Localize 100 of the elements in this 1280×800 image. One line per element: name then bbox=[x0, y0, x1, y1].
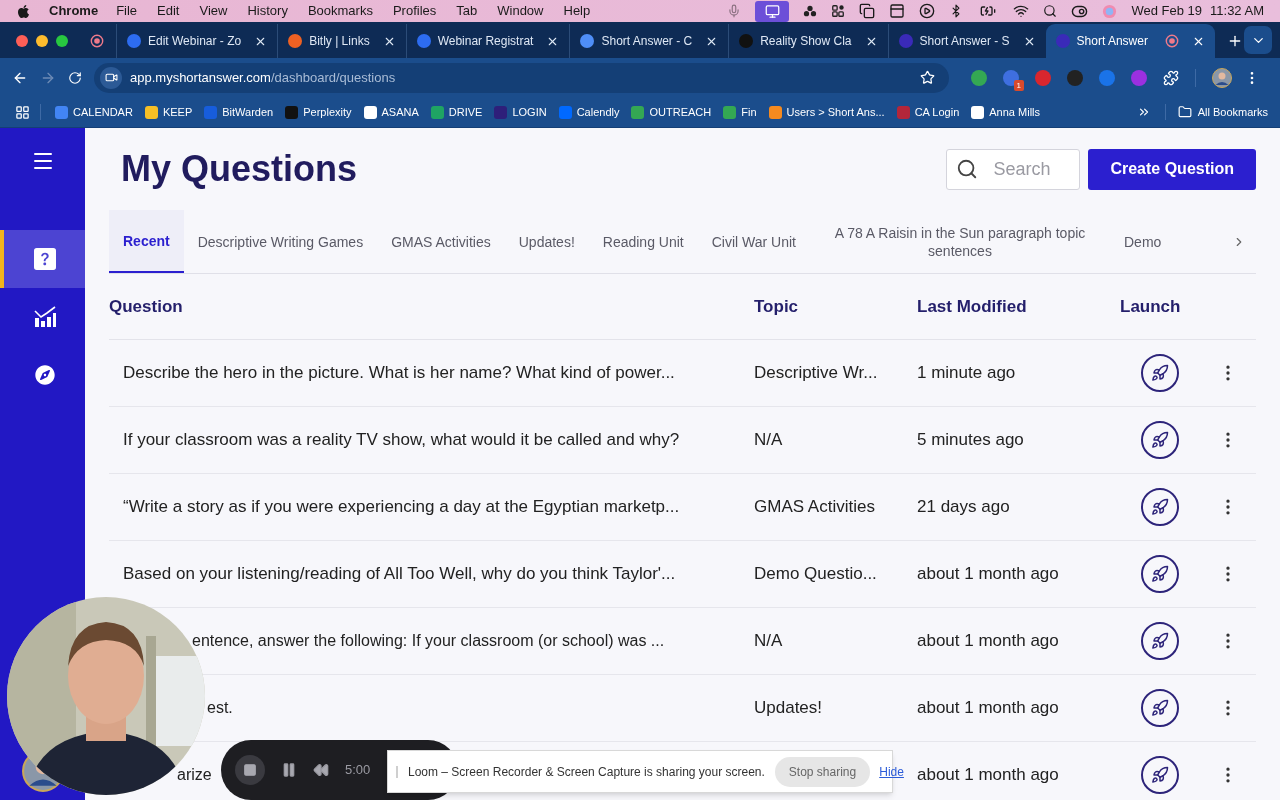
recording-icon bbox=[1164, 34, 1179, 48]
bookmark-item[interactable]: Fin bbox=[723, 103, 757, 121]
address-bar[interactable]: app.myshortanswer.com/dashboard/questions bbox=[94, 62, 949, 93]
chart-icon bbox=[32, 305, 57, 329]
bookmark-item[interactable]: Calendly bbox=[558, 103, 620, 121]
sidebar-item[interactable] bbox=[0, 230, 85, 288]
recording-tab-icon[interactable] bbox=[90, 34, 104, 48]
grid-dots-icon[interactable] bbox=[831, 4, 846, 18]
search-icon[interactable] bbox=[1043, 4, 1058, 18]
menu-item[interactable]: Edit bbox=[157, 1, 180, 21]
topic-tab[interactable]: GMAS Activities bbox=[377, 210, 505, 273]
launch-button[interactable] bbox=[1141, 555, 1179, 593]
zoom-window-icon[interactable] bbox=[56, 35, 68, 47]
launch-button[interactable] bbox=[1141, 421, 1179, 459]
menu-date[interactable]: Wed Feb 19 bbox=[1131, 1, 1203, 21]
question-text[interactable]: Describe the hero in the picture. What is her name? What kind of power... bbox=[123, 363, 675, 383]
topic-tab[interactable]: Demo bbox=[1110, 210, 1176, 273]
reload-icon[interactable] bbox=[68, 70, 82, 85]
close-window-icon[interactable] bbox=[16, 35, 28, 47]
launch-button[interactable] bbox=[1141, 488, 1179, 526]
apple-icon[interactable] bbox=[16, 3, 31, 19]
rocket-icon bbox=[1151, 364, 1169, 382]
bookmark-item[interactable]: CALENDAR bbox=[55, 103, 133, 121]
play-icon[interactable] bbox=[919, 3, 936, 19]
bookmark-item[interactable]: DRIVE bbox=[430, 103, 483, 121]
camera-icon bbox=[104, 71, 118, 84]
menu-item[interactable]: Profiles bbox=[392, 1, 437, 21]
hide-link[interactable]: Hide bbox=[879, 762, 904, 781]
bookmark-label: LOGIN bbox=[512, 104, 547, 120]
launch-button[interactable] bbox=[1141, 689, 1179, 727]
bookmark-item[interactable]: ASANA bbox=[363, 103, 419, 121]
extensions-icon[interactable] bbox=[1163, 69, 1179, 86]
bookmark-item[interactable]: KEEP bbox=[144, 103, 193, 121]
topic-tab[interactable]: Updates! bbox=[504, 210, 589, 273]
pause-icon[interactable] bbox=[281, 762, 297, 778]
launch-button[interactable] bbox=[1141, 622, 1179, 660]
bookmark-item[interactable]: OUTREACH bbox=[631, 103, 712, 121]
extension-badge: 1 bbox=[1013, 79, 1024, 91]
bookmark-item[interactable]: LOGIN bbox=[494, 103, 547, 121]
folder-icon bbox=[1177, 105, 1192, 119]
topic-tab[interactable]: Recent bbox=[109, 210, 184, 273]
topic-text: Demo Questio... bbox=[754, 564, 877, 584]
compass-icon bbox=[34, 365, 55, 385]
wifi-icon[interactable] bbox=[1013, 3, 1030, 19]
apps-icon[interactable] bbox=[15, 104, 30, 120]
menu-item[interactable]: File bbox=[116, 1, 138, 21]
launch-button[interactable] bbox=[1141, 354, 1179, 392]
search-icon bbox=[956, 157, 979, 180]
tab-title: Short Answer - C bbox=[601, 33, 693, 50]
panel-icon[interactable] bbox=[889, 3, 906, 19]
rocket-icon bbox=[1151, 766, 1169, 784]
search-field[interactable]: Search bbox=[946, 148, 1081, 190]
minimize-window-icon[interactable] bbox=[36, 35, 48, 47]
tab-search-button[interactable] bbox=[1244, 26, 1272, 54]
question-text[interactable]: arize bbox=[177, 766, 212, 783]
question-icon bbox=[33, 248, 56, 270]
stop-sharing-button[interactable]: Stop sharing bbox=[774, 756, 871, 787]
rewind-icon[interactable] bbox=[313, 762, 329, 778]
menu-item[interactable]: Help bbox=[563, 1, 591, 21]
column-header: Last Modified bbox=[917, 295, 1028, 318]
menu-time[interactable]: 11:32 AM bbox=[1210, 1, 1264, 21]
topic-tab[interactable]: A 78 A Raisin in the Sun paragraph topic sentences bbox=[810, 210, 1110, 273]
topic-tab[interactable]: Reading Unit bbox=[588, 210, 698, 273]
bookmark-star-icon[interactable] bbox=[920, 70, 935, 85]
all-bookmarks-button[interactable]: All Bookmarks bbox=[1177, 103, 1268, 121]
bookmark-item[interactable]: Anna Mills bbox=[971, 103, 1041, 121]
screen-share-icon[interactable] bbox=[755, 0, 790, 22]
menu-item[interactable]: Bookmarks bbox=[307, 1, 373, 21]
app-menu[interactable]: Chrome bbox=[49, 1, 99, 21]
menu-item[interactable]: History bbox=[247, 1, 288, 21]
menu-item[interactable]: Tab bbox=[456, 1, 478, 21]
create-question-button[interactable]: Create Question bbox=[1088, 148, 1256, 190]
topic-text: Updates! bbox=[754, 698, 823, 718]
menu-item[interactable]: View bbox=[199, 1, 228, 21]
tab-title: Reality Show Cla bbox=[760, 33, 852, 50]
bookmark-item[interactable]: Perplexity bbox=[285, 103, 352, 121]
bookmark-label: BitWarden bbox=[222, 104, 274, 120]
bookmark-label: Users > Short Ans... bbox=[786, 104, 885, 120]
recording-timer: 5:00 bbox=[345, 761, 371, 780]
launch-button[interactable] bbox=[1141, 756, 1179, 794]
topic-tab[interactable]: Descriptive Writing Games bbox=[183, 210, 378, 273]
rocket-icon bbox=[1151, 699, 1169, 717]
browser-tab[interactable]: Short Answer bbox=[1045, 24, 1215, 58]
microphone-icon[interactable] bbox=[727, 4, 742, 18]
windows-icon[interactable] bbox=[859, 3, 876, 19]
question-text[interactable]: If your classroom was a reality TV show, what would it be called and why? bbox=[123, 430, 680, 450]
extension-icon[interactable] bbox=[971, 69, 987, 86]
bookmark-item[interactable]: CA Login bbox=[896, 103, 960, 121]
bookmark-label: Calendly bbox=[576, 104, 620, 120]
question-text[interactable]: est. bbox=[207, 699, 233, 716]
question-text[interactable]: Based on your listening/reading of All Too Well, why do you think Taylor'... bbox=[123, 564, 676, 584]
column-header: Launch bbox=[1120, 295, 1181, 318]
dots-icon[interactable] bbox=[803, 4, 818, 18]
question-text[interactable]: entence, answer the following: If your classroom (or school) was ... bbox=[192, 632, 665, 649]
menu-item[interactable]: Window bbox=[497, 1, 544, 21]
question-text[interactable]: “Write a story as if you were experiencing a day at the Egyptian marketp... bbox=[123, 497, 680, 517]
bookmark-item[interactable]: Users > Short Ans... bbox=[768, 103, 885, 121]
topic-tab[interactable]: Civil War Unit bbox=[697, 210, 810, 273]
bookmark-item[interactable]: BitWarden bbox=[204, 103, 274, 121]
stop-recording-button[interactable] bbox=[235, 755, 265, 785]
